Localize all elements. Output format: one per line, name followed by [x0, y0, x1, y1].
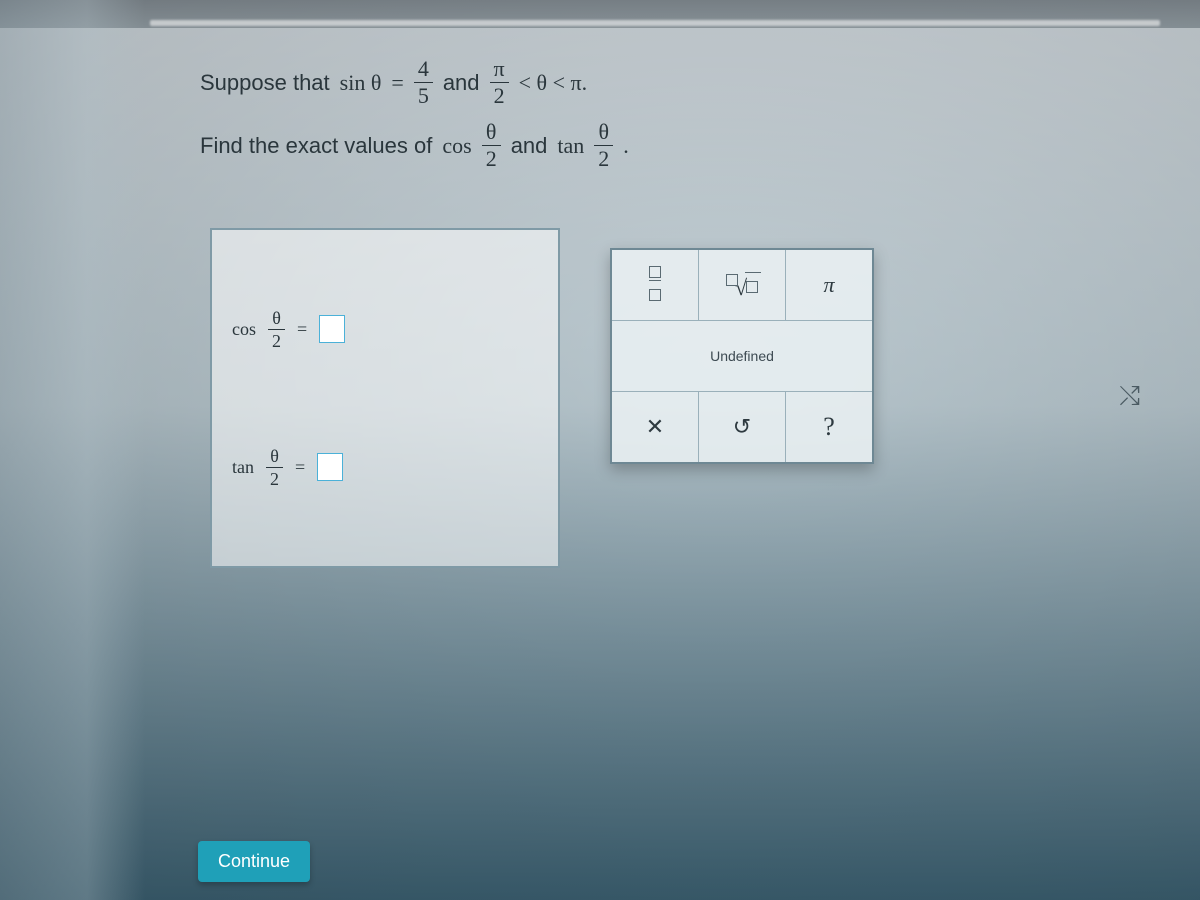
left-edge-shadow: [0, 0, 145, 900]
tan-half-num: θ: [266, 447, 283, 467]
inequality: < θ < π.: [519, 64, 587, 101]
period: .: [623, 127, 629, 164]
suppose-text: Suppose that: [200, 64, 330, 101]
cos-answer-row: cos θ 2 =: [232, 309, 538, 350]
card-top-edge: [150, 20, 1160, 26]
problem-line-1: Suppose that sin θ = 4 5 and π 2 < θ < π…: [200, 58, 1100, 107]
sin-theta: sin θ: [340, 64, 382, 101]
cos-equals: =: [297, 319, 307, 340]
help-icon: ?: [823, 412, 835, 442]
fraction-icon: [649, 266, 661, 305]
problem-statement: Suppose that sin θ = 4 5 and π 2 < θ < π…: [200, 58, 1100, 184]
clear-icon: ✕: [646, 414, 664, 440]
fraction-4-over-5: 4 5: [414, 58, 433, 107]
fraction-pi-over-2: π 2: [490, 58, 509, 107]
and-text-1: and: [443, 64, 480, 101]
undo-icon: ↺: [733, 414, 751, 440]
help-button[interactable]: ?: [786, 392, 872, 462]
denominator-2b: 2: [482, 145, 501, 170]
cos-half-num: θ: [268, 309, 285, 329]
cos-answer-input[interactable]: [319, 315, 345, 343]
numerator-4: 4: [414, 58, 433, 82]
problem-line-2: Find the exact values of cos θ 2 and tan…: [200, 121, 1100, 170]
cos-label: cos: [442, 127, 471, 164]
root-icon: √: [723, 272, 761, 299]
equals-sign: =: [391, 64, 403, 101]
denominator-2a: 2: [490, 82, 509, 107]
tan-answer-row: tan θ 2 =: [232, 447, 538, 488]
numerator-theta-b: θ: [595, 121, 614, 145]
numerator-theta-a: θ: [482, 121, 501, 145]
math-keypad: √ π Undefined ✕ ↺ ?: [610, 248, 874, 464]
continue-button[interactable]: Continue: [198, 841, 310, 882]
clear-button[interactable]: ✕: [612, 392, 699, 462]
undefined-label: Undefined: [710, 348, 774, 364]
denominator-2c: 2: [594, 145, 613, 170]
tan-half-angle-fraction: θ 2: [266, 447, 283, 488]
answer-area: cos θ 2 = tan θ 2 =: [210, 228, 560, 568]
and-text-2: and: [511, 127, 548, 164]
fraction-theta-over-2-b: θ 2: [594, 121, 613, 170]
tan-equals: =: [295, 457, 305, 478]
fraction-theta-over-2-a: θ 2: [482, 121, 501, 170]
undefined-button[interactable]: Undefined: [612, 321, 872, 392]
fraction-button[interactable]: [612, 250, 699, 321]
cos-half-angle-fraction: θ 2: [268, 309, 285, 350]
cos-half-den: 2: [268, 329, 285, 350]
pi-button[interactable]: π: [786, 250, 872, 321]
denominator-5: 5: [414, 82, 433, 107]
undo-button[interactable]: ↺: [699, 392, 786, 462]
find-text: Find the exact values of: [200, 127, 432, 164]
tan-answer-label: tan: [232, 457, 254, 478]
continue-label: Continue: [218, 851, 290, 871]
nth-root-button[interactable]: √: [699, 250, 786, 321]
cos-answer-label: cos: [232, 319, 256, 340]
tan-label: tan: [557, 127, 584, 164]
tan-answer-input[interactable]: [317, 453, 343, 481]
problem-card: Suppose that sin θ = 4 5 and π 2 < θ < π…: [150, 28, 1160, 900]
pi-icon: π: [823, 272, 834, 298]
numerator-pi: π: [490, 58, 509, 82]
tan-half-den: 2: [266, 467, 283, 488]
